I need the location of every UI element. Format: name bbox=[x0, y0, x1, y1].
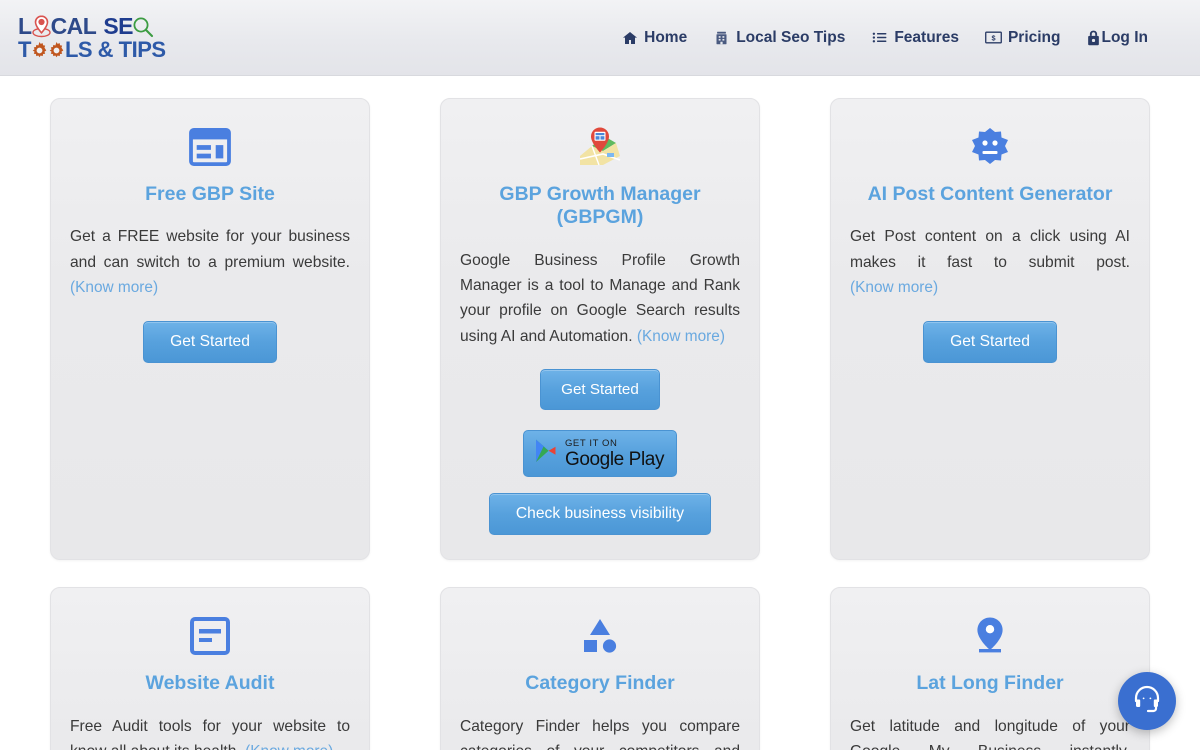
lock-icon bbox=[1087, 29, 1100, 46]
card-actions: Get Started GET IT ON Google Play Check … bbox=[460, 369, 740, 536]
site-logo[interactable]: L CAL SE T LS & TIPS bbox=[18, 12, 166, 62]
card-body: Get latitude and longitude of your Googl… bbox=[850, 714, 1130, 750]
card-body: Get a FREE website for your business and… bbox=[70, 224, 350, 300]
get-started-button[interactable]: Get Started bbox=[143, 320, 277, 363]
nav-item-pricing[interactable]: $ Pricing bbox=[985, 29, 1061, 47]
logo-gear-icon-1 bbox=[31, 42, 48, 59]
card-description: Get a FREE website for your business and… bbox=[70, 228, 350, 271]
card-description: Category Finder helps you compare catego… bbox=[460, 717, 740, 750]
nav-label-features: Features bbox=[894, 28, 959, 46]
list-icon bbox=[871, 29, 888, 46]
logo-line-one: L CAL SE bbox=[18, 12, 166, 39]
logo-magnifier-icon bbox=[132, 16, 154, 37]
logo-text-se: SE bbox=[103, 12, 134, 39]
card-title: Website Audit bbox=[145, 672, 275, 695]
tools-grid: Free GBP Site Get a FREE website for you… bbox=[50, 98, 1150, 750]
card-description: Get Post content on a click using AI mak… bbox=[850, 228, 1130, 271]
building-icon bbox=[713, 29, 730, 46]
support-chat-button[interactable] bbox=[1118, 672, 1176, 730]
headset-support-icon bbox=[1131, 683, 1163, 720]
know-more-link[interactable]: (Know more) bbox=[850, 276, 938, 301]
check-business-visibility-button[interactable]: Check business visibility bbox=[488, 493, 712, 536]
report-document-icon bbox=[190, 614, 230, 658]
card-gbp-growth-manager[interactable]: GBP Growth Manager (GBPGM) Google Busine… bbox=[440, 98, 760, 561]
svg-text:$: $ bbox=[991, 33, 995, 42]
card-title: Free GBP Site bbox=[145, 183, 275, 205]
card-title: AI Post Content Generator bbox=[867, 183, 1113, 205]
logo-text-cal: CAL bbox=[50, 12, 97, 39]
nav-label-login: Log In bbox=[1101, 28, 1149, 46]
card-category-finder[interactable]: Category Finder Category Finder helps yo… bbox=[440, 587, 760, 750]
know-more-link[interactable]: (Know more) bbox=[70, 276, 158, 301]
card-actions: Get Started bbox=[850, 320, 1130, 363]
nav-item-home[interactable]: Home bbox=[621, 29, 687, 47]
logo-text-t: T bbox=[18, 36, 31, 62]
robot-icon bbox=[968, 125, 1012, 169]
logo-text-l: L bbox=[18, 12, 32, 39]
card-actions: Get Started bbox=[70, 320, 350, 363]
map-marker-icon bbox=[973, 614, 1007, 658]
card-ai-post-content-generator[interactable]: AI Post Content Generator Get Post conte… bbox=[830, 98, 1150, 561]
card-body: Google Business Profile Growth Manager i… bbox=[460, 248, 740, 350]
nav-label-local-seo-tips: Local Seo Tips bbox=[736, 28, 846, 46]
home-icon bbox=[621, 29, 638, 46]
get-started-button[interactable]: Get Started bbox=[923, 320, 1057, 363]
card-title: Category Finder bbox=[525, 672, 675, 695]
google-play-icon bbox=[534, 438, 558, 469]
shapes-icon bbox=[579, 614, 621, 658]
card-lat-long-finder[interactable]: Lat Long Finder Get latitude and longitu… bbox=[830, 587, 1150, 750]
money-bill-icon: $ bbox=[985, 29, 1002, 46]
site-header: L CAL SE T LS & TIPS Home Local Seo Tips… bbox=[0, 0, 1200, 76]
card-free-gbp-site[interactable]: Free GBP Site Get a FREE website for you… bbox=[50, 98, 370, 561]
nav-item-features[interactable]: Features bbox=[871, 29, 959, 47]
google-play-text: GET IT ON Google Play bbox=[564, 437, 665, 471]
card-website-audit[interactable]: Website Audit Free Audit tools for your … bbox=[50, 587, 370, 750]
card-title: GBP Growth Manager (GBPGM) bbox=[499, 183, 701, 229]
know-more-link[interactable]: (Know more) bbox=[245, 740, 333, 750]
layout-template-icon bbox=[189, 125, 231, 169]
get-started-button[interactable]: Get Started bbox=[540, 369, 660, 411]
nav-item-local-seo-tips[interactable]: Local Seo Tips bbox=[713, 29, 845, 47]
main-navigation: Home Local Seo Tips Features $ Pricing L… bbox=[621, 29, 1148, 47]
card-body: Category Finder helps you compare catego… bbox=[460, 714, 740, 750]
card-description: Get latitude and longitude of your Googl… bbox=[850, 717, 1130, 750]
google-play-small-label: GET IT ON bbox=[564, 437, 618, 449]
google-play-badge[interactable]: GET IT ON Google Play bbox=[522, 430, 678, 478]
nav-label-pricing: Pricing bbox=[1007, 28, 1061, 46]
know-more-link[interactable]: (Know more) bbox=[637, 325, 725, 350]
google-map-pin-icon bbox=[577, 125, 623, 169]
logo-text-ls-tips: LS & TIPS bbox=[64, 36, 166, 62]
logo-gear-icon-2 bbox=[48, 42, 65, 59]
nav-item-login[interactable]: Log In bbox=[1087, 28, 1149, 47]
card-body: Get Post content on a click using AI mak… bbox=[850, 224, 1130, 300]
card-body: Free Audit tools for your website to kno… bbox=[70, 714, 350, 750]
logo-line-two: T LS & TIPS bbox=[18, 36, 166, 62]
google-play-big-label: Google Play bbox=[564, 449, 665, 471]
nav-label-home: Home bbox=[644, 28, 688, 46]
logo-location-pin-icon bbox=[31, 14, 52, 38]
tools-grid-section: Free GBP Site Get a FREE website for you… bbox=[0, 76, 1200, 750]
card-title: Lat Long Finder bbox=[916, 672, 1064, 695]
